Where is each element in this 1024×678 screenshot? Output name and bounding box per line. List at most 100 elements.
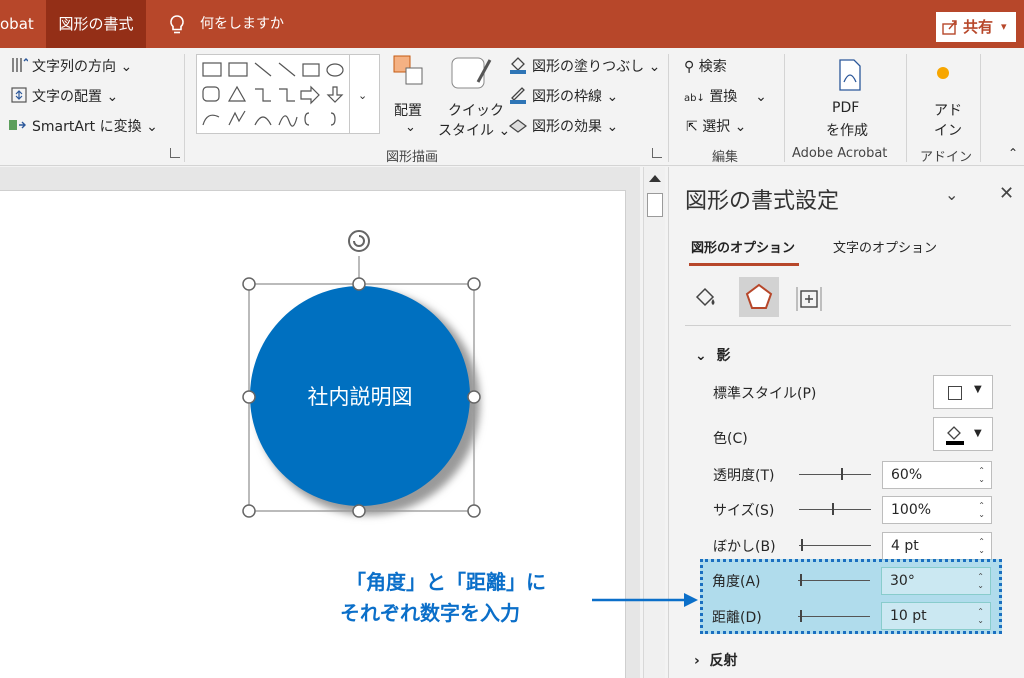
paint-bucket-icon [510, 57, 526, 74]
group-label-addins: アドイン [920, 150, 973, 165]
color-label: 色(C) [713, 431, 748, 447]
spinner-icon[interactable]: ⌃ ⌄ [977, 607, 984, 625]
pane-options-icon[interactable]: ⌄ [945, 185, 958, 204]
find-button[interactable]: ⚲ 検索 [684, 56, 727, 76]
transparency-slider[interactable] [799, 468, 871, 480]
spinner-icon[interactable]: ⌃ ⌄ [978, 537, 985, 555]
addin-icon [937, 67, 949, 79]
align-text-icon [11, 87, 27, 103]
spinner-icon[interactable]: ⌃ ⌄ [978, 466, 985, 484]
spinner-icon[interactable]: ⌃ ⌄ [977, 572, 984, 590]
color-dropdown[interactable]: ▼ [933, 417, 993, 451]
selected-shape[interactable] [0, 191, 626, 678]
pdf-icon [839, 59, 861, 91]
addins-label: イン [934, 123, 962, 139]
shape-fill-button[interactable]: 図形の塗りつぶし ⌄ [532, 56, 660, 76]
section-shadow[interactable]: ⌄ 影 [695, 345, 730, 365]
collapse-ribbon-icon[interactable]: ⌃ [1008, 146, 1018, 160]
blur-input[interactable]: 4 pt ⌃ ⌄ [882, 532, 992, 560]
preset-dropdown[interactable]: ▼ [933, 375, 993, 409]
annotation-line1: 「角度」と「距離」に [346, 570, 546, 594]
annotation-line2: それぞれ数字を入力 [340, 601, 520, 625]
dialog-launcher-icon[interactable] [170, 148, 180, 158]
search-icon: ⚲ [684, 59, 695, 75]
create-pdf-label: を作成 [826, 123, 868, 139]
spinner-icon[interactable]: ⌃ ⌄ [978, 501, 985, 519]
group-label-editing: 編集 [712, 150, 739, 165]
paint-bucket-icon [946, 426, 964, 445]
scroll-up-icon[interactable] [649, 175, 661, 182]
arrange-icon [393, 55, 423, 85]
pen-icon [510, 87, 526, 104]
section-reflection[interactable]: › 反射 [694, 650, 738, 670]
angle-input[interactable]: 30° ⌃ ⌄ [881, 567, 991, 595]
quick-styles-label: スタイル ⌄ [438, 123, 511, 139]
lightbulb-icon [170, 15, 184, 34]
title-bar: obat 図形の書式 何をしますか 共有 ▾ [0, 0, 1024, 48]
replace-icon: ab↓ [684, 93, 705, 104]
distance-slider[interactable] [798, 610, 870, 622]
pane-title: 図形の書式設定 [685, 189, 840, 214]
create-pdf-button[interactable]: PDF [832, 100, 859, 116]
chevron-right-icon: › [694, 653, 700, 669]
transparency-input[interactable]: 60% ⌃ ⌄ [882, 461, 992, 489]
cursor-icon: ⇱ [686, 119, 698, 135]
tab-text-options[interactable]: 文字のオプション [833, 237, 937, 256]
preset-label: 標準スタイル(P) [713, 386, 817, 402]
chevron-down-icon: ⌄ [695, 348, 707, 364]
slide-canvas[interactable]: 社内説明図 [0, 190, 626, 678]
share-icon [942, 20, 957, 35]
share-label: 共有 [963, 18, 994, 36]
text-direction-icon [12, 58, 28, 72]
tab-underline [689, 263, 799, 266]
replace-button[interactable]: ab↓ 置換 ⌄ [684, 86, 767, 106]
text-direction-button[interactable]: 文字列の方向 ⌄ [32, 56, 132, 76]
fill-line-icon[interactable] [693, 285, 719, 311]
align-text-button[interactable]: 文字の配置 ⌄ [32, 86, 118, 106]
chevron-down-icon: ⌄ [405, 120, 416, 135]
dialog-launcher-icon[interactable] [652, 148, 662, 158]
chevron-down-icon: ⌄ [358, 89, 368, 102]
effects-tab-selected[interactable] [739, 277, 779, 317]
rotate-handle-icon[interactable] [348, 230, 370, 252]
tab-shape-format[interactable]: 図形の書式 [46, 0, 146, 48]
group-label-acrobat: Adobe Acrobat [792, 146, 888, 161]
ribbon: 文字列の方向 ⌄ 文字の配置 ⌄ SmartArt に変換 ⌄ ⌄ 配置 ⌄ ク… [0, 48, 1024, 166]
angle-label: 角度(A) [712, 574, 761, 590]
distance-input[interactable]: 10 pt ⌃ ⌄ [881, 602, 991, 630]
pentagon-icon [745, 283, 773, 309]
size-slider[interactable] [799, 503, 871, 515]
shape-text[interactable]: 社内説明図 [290, 381, 430, 411]
angle-slider[interactable] [798, 574, 870, 586]
shapes-gallery[interactable] [196, 54, 350, 134]
shape-outline-button[interactable]: 図形の枠線 ⌄ [532, 86, 618, 106]
tab-acrobat[interactable]: obat [0, 0, 46, 48]
select-button[interactable]: ⇱ 選択 ⌄ [686, 116, 746, 136]
quick-styles-button[interactable]: クイック [448, 100, 504, 120]
tab-shape-options[interactable]: 図形のオプション [691, 237, 795, 256]
convert-to-smartart-button[interactable]: SmartArt に変換 ⌄ [32, 116, 158, 136]
addins-button[interactable]: アド [934, 100, 962, 120]
group-label-drawing: 図形描画 [386, 150, 439, 165]
smartart-icon [9, 120, 26, 130]
blur-label: ぼかし(B) [713, 539, 776, 555]
shape-effects-button[interactable]: 図形の効果 ⌄ [532, 116, 618, 136]
chevron-down-icon: ▼ [974, 384, 982, 395]
close-icon[interactable]: ✕ [999, 183, 1014, 204]
size-properties-icon[interactable] [795, 285, 823, 313]
gallery-more-button[interactable]: ⌄ [350, 54, 380, 134]
shape-thumbnails-icon [202, 62, 344, 127]
distance-label: 距離(D) [712, 610, 762, 626]
chevron-down-icon: ▼ [974, 428, 982, 439]
tell-me-search[interactable]: 何をしますか [200, 0, 284, 48]
size-input[interactable]: 100% ⌃ ⌄ [882, 496, 992, 524]
scroll-thumb[interactable] [647, 193, 663, 217]
share-button[interactable]: 共有 ▾ [936, 12, 1016, 42]
blur-slider[interactable] [799, 539, 871, 551]
transparency-label: 透明度(T) [713, 468, 775, 484]
arrange-button[interactable]: 配置 [394, 100, 422, 120]
quick-styles-icon [451, 57, 492, 89]
arrow-right-icon [592, 593, 698, 607]
square-icon [948, 386, 962, 400]
size-label: サイズ(S) [713, 503, 775, 519]
